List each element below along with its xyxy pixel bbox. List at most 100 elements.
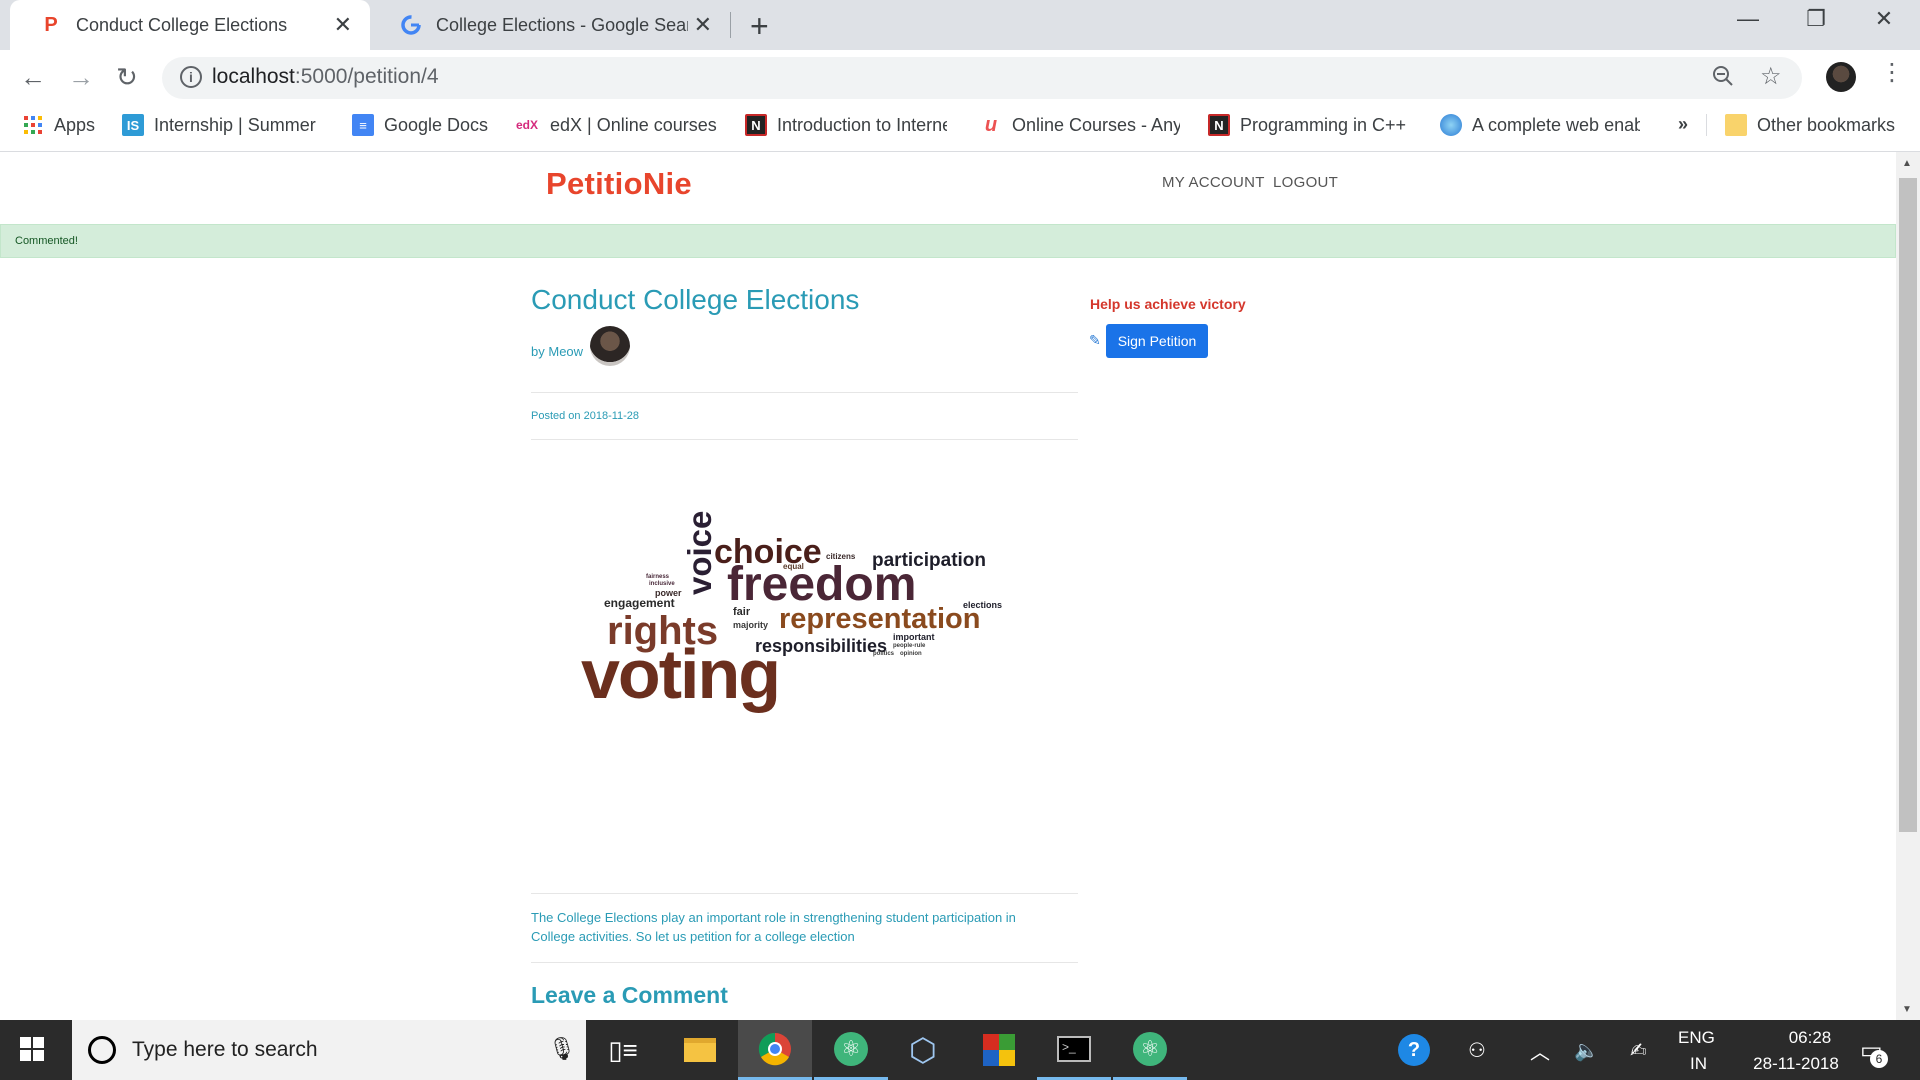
wc-word: politics [873, 651, 895, 657]
bookmark-intro-internet[interactable]: N Introduction to Internet [745, 114, 947, 136]
show-hidden-icons-icon[interactable]: ︿ [1530, 1020, 1550, 1080]
tab-google-search[interactable]: College Elections - Google Search ✕ [370, 0, 730, 50]
clock-time[interactable]: 06:28 [1760, 1028, 1860, 1048]
wc-word: equal [783, 562, 804, 571]
bookmarks-bar: Apps IS Internship | Summer Internship ≡… [0, 106, 1920, 152]
bookmark-star-icon[interactable]: ☆ [1760, 62, 1782, 91]
cortana-icon [88, 1036, 116, 1064]
docs-icon: ≡ [352, 114, 374, 136]
url-host: localhost [212, 65, 295, 88]
url-path: :5000/petition/4 [294, 65, 439, 88]
help-tray-icon[interactable]: ? [1398, 1020, 1430, 1080]
chrome-taskbar-icon[interactable] [738, 1020, 812, 1080]
language-code[interactable]: ENG [1678, 1028, 1715, 1048]
author-avatar [590, 326, 630, 366]
internshala-icon: IS [122, 114, 144, 136]
wc-word: engagement [604, 596, 675, 610]
scroll-down-icon[interactable]: ▼ [1902, 1004, 1912, 1015]
globe-icon [1440, 114, 1462, 136]
bookmark-edx[interactable]: edX edX | Online courses [514, 114, 718, 136]
scrollbar-thumb[interactable] [1899, 178, 1917, 832]
browser-toolbar: ← → ↻ i localhost:5000/petition/4 ☆ ⋮ [0, 50, 1920, 106]
scroll-up-icon[interactable]: ▲ [1902, 158, 1912, 169]
bookmark-label: A complete web enabled [1472, 114, 1640, 135]
taskbar-search[interactable]: Type here to search 🎙 [72, 1020, 586, 1080]
pen-icon[interactable]: ✍ [1630, 1020, 1647, 1080]
site-logo[interactable]: PetitioNie [546, 166, 692, 202]
edx-icon: edX [515, 118, 538, 132]
people-icon[interactable]: ⚇ [1468, 1020, 1486, 1080]
virtualbox-icon[interactable]: ⬡ [886, 1020, 960, 1080]
bookmark-online-courses[interactable]: u Online Courses - Anytime [980, 114, 1180, 136]
page-scrollbar[interactable]: ▲ ▼ [1896, 152, 1920, 1020]
task-view-icon[interactable]: ▯≡ [586, 1020, 660, 1080]
action-center-icon[interactable]: ▭ 6 [1860, 1020, 1888, 1080]
byline: by Meow [531, 344, 583, 359]
bookmark-google-docs[interactable]: ≡ Google Docs [352, 114, 488, 136]
wc-word: citizens [826, 552, 856, 561]
language-region[interactable]: IN [1690, 1054, 1707, 1074]
atom-icon[interactable]: ⚛ [1113, 1020, 1187, 1080]
tab-title: Conduct College Elections [76, 14, 288, 35]
sign-petition-button[interactable]: Sign Petition [1106, 324, 1208, 358]
apps-icon [22, 114, 44, 136]
file-explorer-icon[interactable] [663, 1020, 737, 1080]
url-text[interactable]: localhost:5000/petition/4 [212, 65, 439, 89]
author-link[interactable]: Meow [548, 344, 583, 359]
bookmark-programming-cpp[interactable]: N Programming in C++ [1208, 114, 1408, 136]
wc-word: people-rule [893, 643, 926, 649]
atom-icon[interactable]: ⚛ [814, 1020, 888, 1080]
winrar-icon[interactable] [962, 1020, 1036, 1080]
zoom-icon[interactable] [1712, 65, 1734, 93]
udemy-icon: u [984, 113, 998, 136]
divider [531, 893, 1078, 894]
site-info-icon[interactable]: i [180, 66, 202, 88]
bookmark-apps[interactable]: Apps [22, 114, 95, 136]
new-tab-button[interactable]: + [750, 8, 769, 45]
tab-petition[interactable]: P Conduct College Elections ✕ [10, 0, 370, 50]
bookmark-label: edX | Online courses [550, 114, 717, 135]
tab-strip: P Conduct College Elections ✕ College El… [0, 0, 1920, 50]
pencil-icon: ✎ [1089, 332, 1101, 348]
reload-icon[interactable]: ↻ [116, 62, 138, 93]
bookmark-label: Online Courses - Anytime [1012, 114, 1180, 135]
back-icon[interactable]: ← [20, 62, 46, 93]
wc-word: voice [681, 510, 718, 595]
bookmark-internship[interactable]: IS Internship | Summer Internship [122, 114, 322, 136]
bookmark-label: Google Docs [384, 114, 489, 135]
terminal-icon[interactable]: >_ [1037, 1020, 1111, 1080]
help-text: Help us achieve victory [1090, 296, 1246, 312]
wc-word: fair [733, 606, 751, 618]
profile-avatar[interactable] [1826, 62, 1856, 92]
bookmark-other[interactable]: Other bookmarks [1706, 114, 1895, 136]
minimize-icon[interactable]: — [1718, 6, 1778, 32]
divider [531, 962, 1078, 963]
notion-icon: N [1208, 114, 1230, 136]
petition-image-wordcloud: voice choice freedom participation citiz… [531, 457, 1078, 862]
bookmark-label: Other bookmarks [1757, 114, 1896, 135]
petitionie-favicon-icon: P [44, 13, 58, 36]
google-favicon-icon [400, 14, 422, 36]
flash-message: Commented! [0, 224, 1896, 258]
nav-my-account[interactable]: MY ACCOUNT [1162, 174, 1265, 191]
browser-menu-icon[interactable]: ⋮ [1880, 58, 1904, 87]
wc-word: voting [581, 635, 781, 713]
microphone-icon[interactable]: 🎙 [548, 1036, 576, 1062]
restore-icon[interactable]: ❐ [1786, 6, 1846, 32]
bookmark-web-enabled[interactable]: A complete web enabled [1440, 114, 1640, 136]
byline-prefix: by [531, 344, 545, 359]
bookmark-label: » [1678, 114, 1689, 134]
close-tab-icon[interactable]: ✕ [334, 12, 352, 38]
start-windows-icon[interactable] [20, 1037, 46, 1063]
bookmarks-overflow-chevron-icon[interactable]: » [1678, 114, 1688, 135]
close-tab-icon[interactable]: ✕ [694, 12, 712, 38]
nav-logout[interactable]: LOGOUT [1273, 174, 1338, 191]
divider [531, 439, 1078, 440]
leave-comment-heading: Leave a Comment [531, 982, 728, 1008]
volume-icon[interactable]: 🔈 [1574, 1020, 1599, 1080]
divider [531, 392, 1078, 393]
forward-icon[interactable]: → [68, 62, 94, 93]
clock-date[interactable]: 28-11-2018 [1736, 1054, 1856, 1074]
window-close-icon[interactable]: ✕ [1854, 6, 1914, 32]
address-bar[interactable]: i localhost:5000/petition/4 ☆ [162, 57, 1802, 99]
